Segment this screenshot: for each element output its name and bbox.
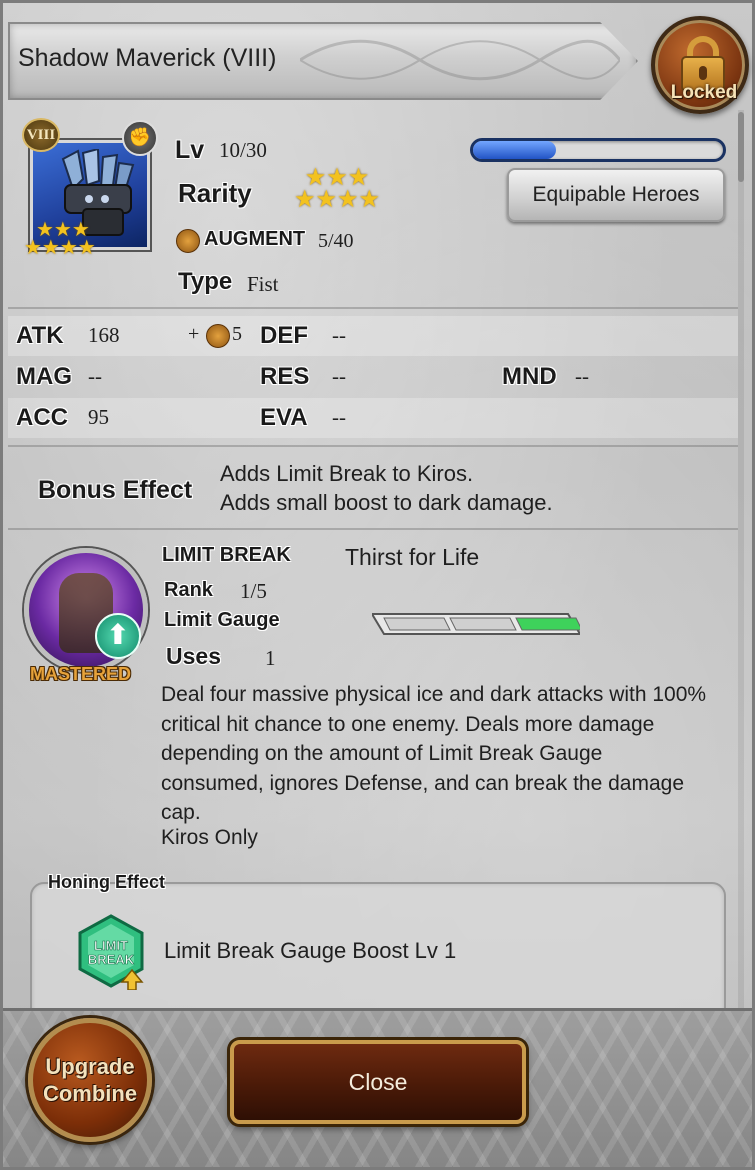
mastered-label: MASTERED — [30, 664, 132, 684]
bonus-effect-line: Adds Limit Break to Kiros. — [220, 461, 474, 486]
type-label: Type — [178, 268, 233, 295]
limit-gauge — [372, 613, 580, 635]
banner-ornament — [300, 39, 620, 81]
uses-value: 1 — [265, 646, 276, 670]
augment-label: AUGMENT — [204, 228, 306, 250]
mag-label: MAG — [16, 363, 72, 390]
level-progress-bar — [470, 138, 726, 162]
description-line: consumed, ignores Defense, and can break… — [161, 771, 685, 795]
atk-value: 168 — [88, 323, 120, 347]
description-line: depending on the amount of Limit Break G… — [161, 742, 603, 765]
mag-value: -- — [88, 364, 102, 388]
divider — [8, 528, 738, 530]
rarity-stars-bottom: ★★★★ — [293, 185, 381, 213]
level-label: Lv — [175, 136, 205, 164]
mnd-value: -- — [575, 364, 589, 388]
series-badge: VIII — [22, 118, 60, 152]
rarity-stars: ★★★ ★★★★ — [282, 165, 392, 213]
limit-gauge-label: Limit Gauge — [164, 609, 280, 631]
lock-label: Locked — [670, 82, 738, 103]
def-label: DEF — [260, 322, 308, 349]
limit-break-name: Thirst for Life — [345, 544, 480, 570]
atk-bonus-prefix: + — [188, 323, 200, 345]
uses-label: Uses — [166, 643, 221, 669]
acc-value: 95 — [88, 405, 109, 429]
character-restriction: Kiros Only — [161, 826, 258, 849]
fist-icon: ✊ — [122, 120, 158, 156]
acc-label: ACC — [16, 404, 68, 431]
eva-label: EVA — [260, 404, 308, 431]
bonus-effect-line: Adds small boost to dark damage. — [220, 490, 553, 515]
scrollbar-track[interactable] — [738, 110, 744, 1010]
limit-break-description: Deal four massive physical ice and dark … — [161, 680, 741, 828]
atk-label: ATK — [16, 322, 64, 349]
equipable-heroes-button[interactable]: Equipable Heroes — [507, 168, 725, 222]
limit-break-portrait: ⬆ — [24, 548, 148, 672]
type-value: Fist — [247, 272, 279, 296]
res-value: -- — [332, 364, 346, 388]
bonus-effect-label: Bonus Effect — [38, 476, 193, 504]
limit-break-badge-icon: LIMIT BREAK — [78, 914, 144, 990]
lock-keyhole — [699, 66, 707, 80]
upgrade-label: Upgrade — [45, 1054, 135, 1079]
augment-hammer-icon — [206, 324, 230, 348]
honing-icon-text: LIMIT — [94, 938, 128, 953]
level-progress-fill — [473, 141, 556, 159]
description-line: cap. — [161, 801, 201, 824]
augment-value: 5/40 — [318, 230, 354, 252]
close-button[interactable]: Close — [230, 1040, 526, 1124]
divider — [8, 307, 738, 309]
description-line: critical hit chance to one enemy. Deals … — [161, 712, 655, 736]
description-line: Deal four massive physical ice and dark … — [161, 683, 707, 706]
rank-label: Rank — [164, 579, 213, 601]
level-value: 10/30 — [219, 138, 267, 162]
gauge-segment — [449, 617, 517, 631]
honing-effect-label: Honing Effect — [48, 872, 165, 892]
gauge-segment — [383, 617, 451, 631]
scrollbar-thumb[interactable] — [738, 112, 744, 182]
upgrade-combine-button[interactable]: Upgrade Combine — [28, 1018, 152, 1142]
limit-break-title: LIMIT BREAK — [162, 544, 291, 566]
def-value: -- — [332, 323, 346, 347]
atk-bonus-value: 5 — [232, 323, 242, 345]
augment-hammer-icon — [176, 229, 200, 253]
mnd-label: MND — [502, 363, 557, 390]
gauge-segment — [515, 617, 580, 631]
rank-value: 1/5 — [240, 579, 267, 603]
combine-label: Combine — [42, 1081, 138, 1106]
eva-value: -- — [332, 405, 346, 429]
divider — [8, 445, 738, 447]
honing-effect-text: Limit Break Gauge Boost Lv 1 — [164, 938, 457, 963]
page-title: Shadow Maverick (VIII) — [18, 44, 277, 72]
lock-button[interactable]: Locked — [651, 16, 749, 114]
rarity-label: Rarity — [178, 178, 252, 208]
res-label: RES — [260, 363, 310, 390]
upgrade-arrow-icon: ⬆ — [95, 613, 141, 659]
item-rarity-stars: ★★★ ★★★★ — [24, 217, 96, 259]
honing-icon-text: BREAK — [88, 952, 135, 967]
stat-row-stripe — [8, 398, 738, 438]
